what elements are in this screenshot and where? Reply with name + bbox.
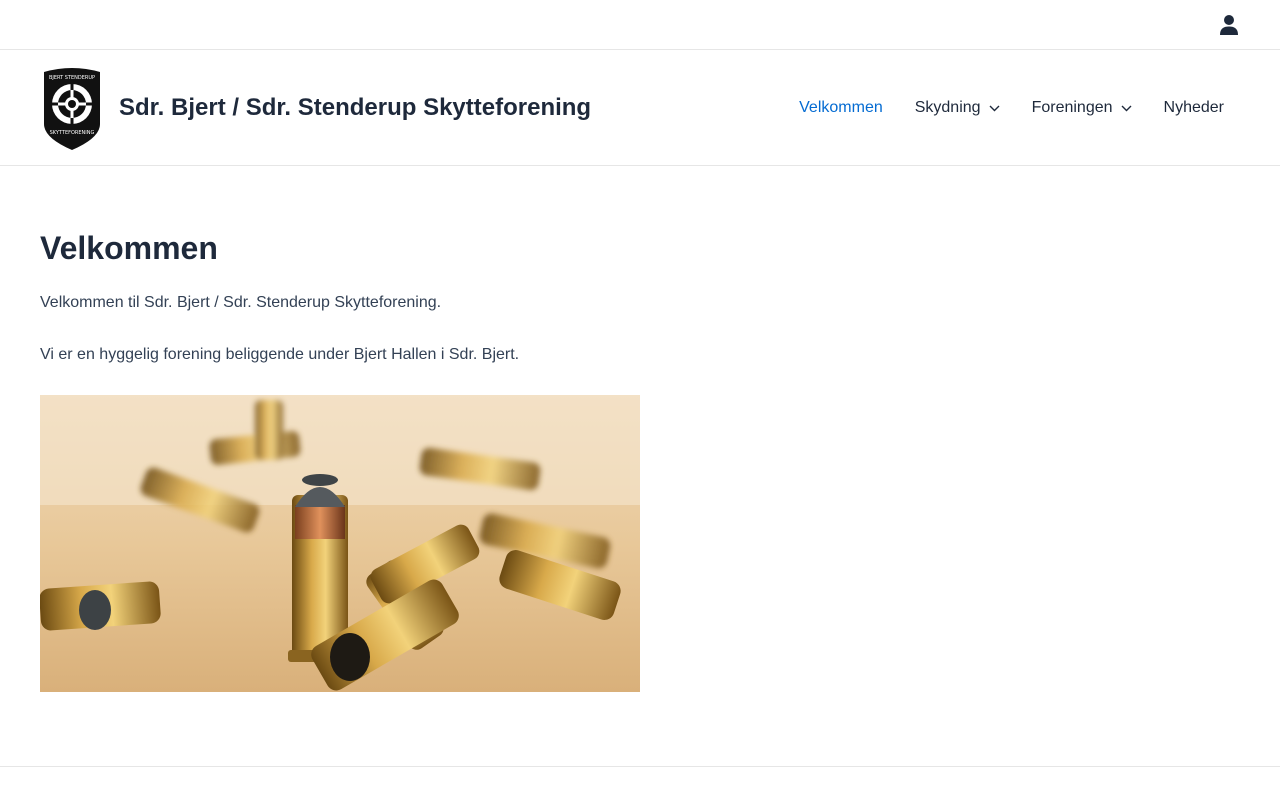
- main-content: Velkommen Velkommen til Sdr. Bjert / Sdr…: [0, 228, 1280, 692]
- nav-item-label: Velkommen: [799, 99, 883, 116]
- top-bar: [0, 0, 1280, 50]
- club-shield-logo[interactable]: BJERT STENDERUP SKYTTEFORENING: [40, 66, 104, 150]
- site-header: BJERT STENDERUP SKYTTEFORENING Sdr. Bjer…: [0, 50, 1280, 166]
- main-navigation: Velkommen Skydning Foreningen Nyheder: [783, 50, 1240, 166]
- page-title: Velkommen: [40, 230, 218, 266]
- logo-text-bottom: SKYTTEFORENING: [50, 130, 95, 136]
- chevron-down-icon[interactable]: [1121, 105, 1132, 112]
- account-button[interactable]: [1218, 14, 1240, 36]
- nav-item-velkommen[interactable]: Velkommen: [783, 99, 899, 117]
- site-title[interactable]: Sdr. Bjert / Sdr. Stenderup Skytteforeni…: [119, 94, 591, 122]
- footer-divider: [0, 766, 1280, 767]
- chevron-down-icon[interactable]: [989, 105, 1000, 112]
- nav-item-label: Nyheder: [1163, 99, 1224, 116]
- bullets-photo: [40, 395, 640, 692]
- location-paragraph: Vi er en hyggelig forening beliggende un…: [40, 346, 520, 363]
- logo-text-top: BJERT STENDERUP: [49, 75, 95, 81]
- nav-item-nyheder[interactable]: Nyheder: [1148, 99, 1240, 117]
- branding: BJERT STENDERUP SKYTTEFORENING Sdr. Bjer…: [40, 66, 591, 150]
- nav-item-label: Foreningen: [1031, 99, 1113, 116]
- nav-item-skydning[interactable]: Skydning: [899, 99, 1016, 117]
- nav-item-foreningen[interactable]: Foreningen: [1016, 99, 1148, 117]
- intro-paragraph: Velkommen til Sdr. Bjert / Sdr. Stenderu…: [40, 294, 442, 311]
- user-icon: [1220, 15, 1238, 35]
- nav-item-label: Skydning: [914, 99, 981, 116]
